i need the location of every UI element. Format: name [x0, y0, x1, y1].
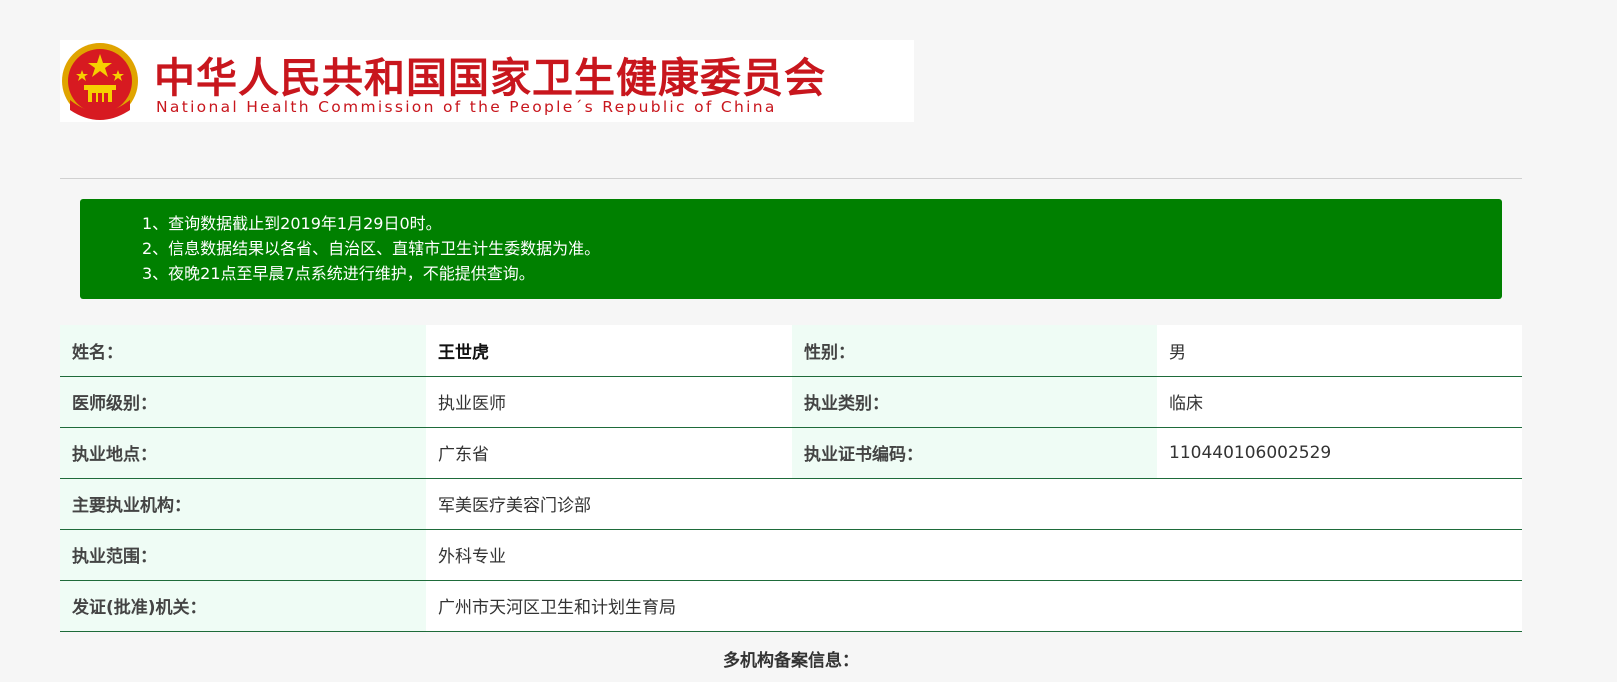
- header-divider: [60, 178, 1522, 179]
- notice-line: 1、查询数据截止到2019年1月29日0时。: [142, 214, 442, 233]
- location-label: 执业地点：: [60, 427, 426, 479]
- gender-label: 性别：: [792, 325, 1157, 377]
- multi-org-title: 多机构备案信息：: [723, 651, 859, 671]
- name-label: 姓名：: [60, 325, 426, 377]
- site-title-en: National Health Commission of the People…: [156, 98, 777, 116]
- notice-line: 3、夜晚21点至早晨7点系统进行维护，不能提供查询。: [142, 264, 535, 283]
- name-value: 王世虎: [426, 325, 792, 377]
- category-value: 临床: [1157, 376, 1522, 428]
- table-row: 医师级别： 执业医师 执业类别： 临床: [60, 376, 1522, 428]
- cert-value: 110440106002529: [1157, 427, 1522, 479]
- issuer-label: 发证(批准)机关：: [60, 580, 426, 632]
- level-label: 医师级别：: [60, 376, 426, 428]
- cert-label: 执业证书编码：: [792, 427, 1157, 479]
- gender-value: 男: [1157, 325, 1522, 377]
- category-label: 执业类别：: [792, 376, 1157, 428]
- location-value: 广东省: [426, 427, 792, 479]
- table-row: 执业地点： 广东省 执业证书编码： 110440106002529: [60, 427, 1522, 479]
- scope-label: 执业范围：: [60, 529, 426, 581]
- national-emblem-icon: [62, 43, 138, 120]
- table-row: 主要执业机构： 军美医疗美容门诊部: [60, 478, 1522, 530]
- site-title-cn: 中华人民共和国国家卫生健康委员会: [154, 54, 826, 102]
- table-row: 姓名： 王世虎 性别： 男: [60, 325, 1522, 377]
- institution-label: 主要执业机构：: [60, 478, 426, 530]
- scope-value: 外科专业: [426, 529, 1522, 581]
- issuer-value: 广州市天河区卫生和计划生育局: [426, 580, 1522, 632]
- institution-value: 军美医疗美容门诊部: [426, 478, 1522, 530]
- doctor-info-table: 姓名： 王世虎 性别： 男 医师级别： 执业医师 执业类别： 临床 执业地点： …: [60, 325, 1522, 632]
- level-value: 执业医师: [426, 376, 792, 428]
- table-row: 发证(批准)机关： 广州市天河区卫生和计划生育局: [60, 580, 1522, 632]
- header-banner: 中华人民共和国国家卫生健康委员会 National Health Commiss…: [60, 40, 914, 122]
- table-row: 执业范围： 外科专业: [60, 529, 1522, 581]
- notice-box: 1、查询数据截止到2019年1月29日0时。 2、信息数据结果以各省、自治区、直…: [80, 199, 1502, 299]
- notice-line: 2、信息数据结果以各省、自治区、直辖市卫生计生委数据为准。: [142, 239, 601, 258]
